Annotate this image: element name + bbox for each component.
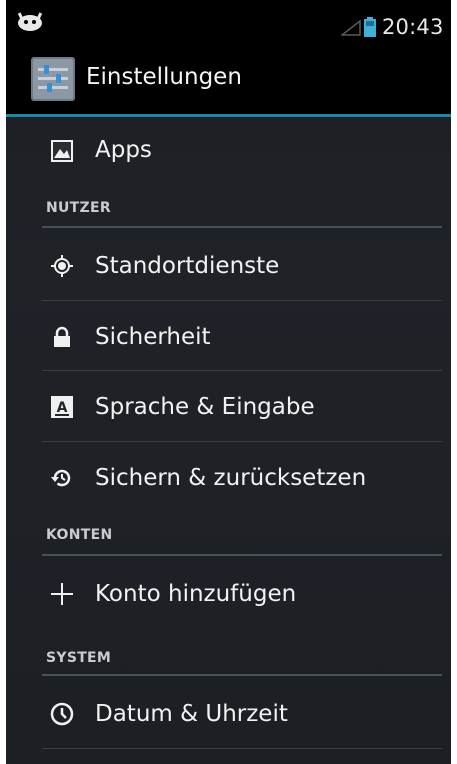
settings-item-label: Sprache & Eingabe	[95, 394, 315, 420]
clock-icon	[50, 702, 74, 726]
section-header-konten: KONTEN	[46, 527, 113, 543]
backup-restore-icon	[51, 469, 71, 487]
settings-item-add-account[interactable]: Konto hinzufügen	[6, 558, 451, 628]
settings-item-location[interactable]: Standortdienste	[6, 230, 451, 300]
action-bar: Einstellungen	[6, 50, 451, 117]
settings-item-label: Datum & Uhrzeit	[95, 701, 288, 727]
settings-item-security[interactable]: Sicherheit	[6, 301, 451, 371]
status-bar: 20:43	[6, 0, 451, 50]
section-divider	[42, 226, 442, 228]
android-icon	[17, 12, 43, 31]
location-icon	[51, 255, 73, 277]
signal-icon	[341, 20, 361, 36]
section-header-system: SYSTEM	[46, 650, 112, 666]
settings-item-backup[interactable]: Sichern & zurücksetzen	[6, 442, 451, 512]
apps-icon	[51, 140, 73, 162]
battery-icon	[364, 17, 376, 37]
lock-icon	[54, 326, 70, 347]
settings-item-language[interactable]: A Sprache & Eingabe	[6, 371, 451, 441]
settings-item-label: Sicherheit	[95, 324, 211, 350]
settings-item-label: Standortdienste	[95, 253, 280, 279]
svg-text:A: A	[57, 400, 68, 416]
plus-icon	[51, 583, 73, 605]
section-header-nutzer: NUTZER	[46, 200, 111, 216]
settings-item-label: Apps	[95, 137, 152, 163]
status-time: 20:43	[382, 15, 444, 39]
settings-item-date-time[interactable]: Datum & Uhrzeit	[6, 678, 451, 748]
settings-app-icon[interactable]	[28, 54, 78, 104]
page-title: Einstellungen	[86, 64, 242, 90]
keyboard-icon: A	[51, 396, 73, 418]
divider	[42, 748, 442, 749]
settings-item-label: Sichern & zurücksetzen	[95, 465, 367, 491]
settings-screen: 20:43 Einstellungen Apps NUTZER Standort…	[6, 0, 451, 764]
settings-item-label: Konto hinzufügen	[95, 581, 297, 607]
section-divider	[42, 554, 442, 556]
section-divider	[42, 674, 442, 676]
settings-item-apps[interactable]: Apps	[6, 117, 451, 187]
